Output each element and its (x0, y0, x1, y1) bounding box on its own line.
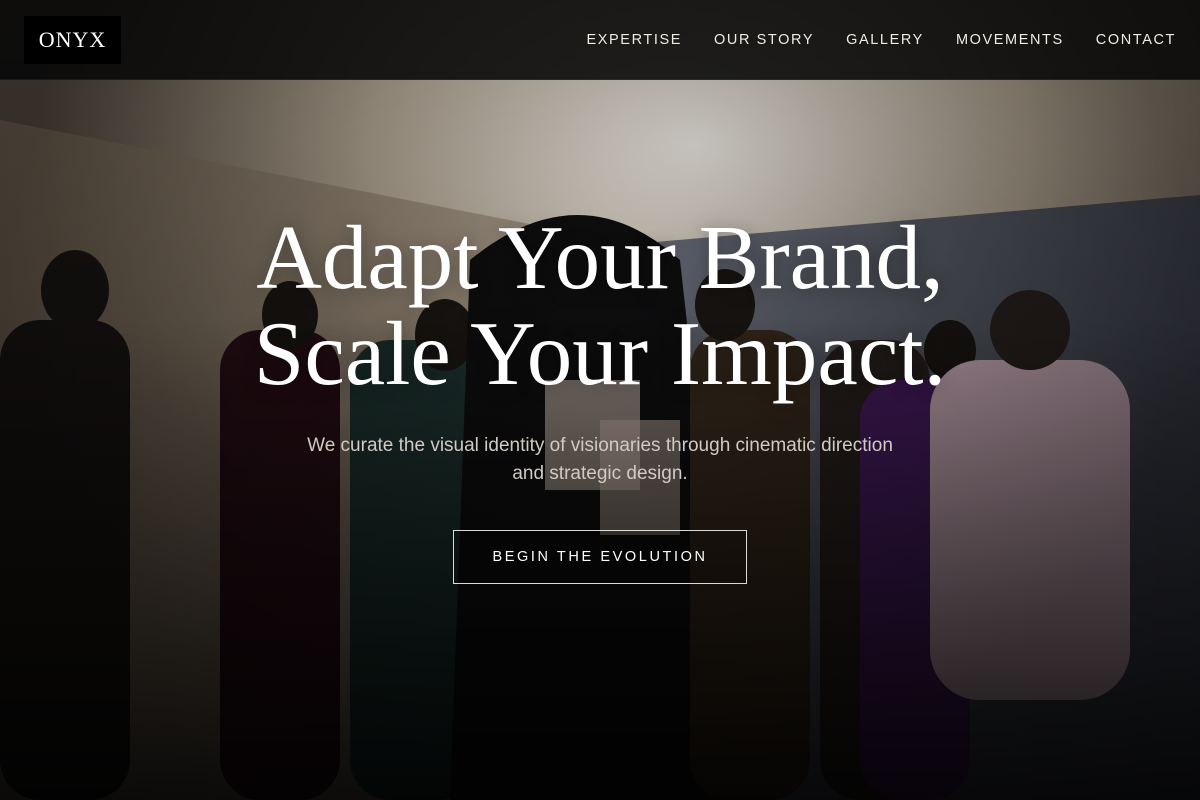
hero-subtitle-line-2: and strategic design. (512, 463, 688, 484)
nav-link-gallery[interactable]: GALLERY (846, 32, 924, 48)
hero-headline-line-1: Adapt Your Brand, (256, 207, 944, 308)
main-nav: EXPERTISE OUR STORY GALLERY MOVEMENTS CO… (586, 32, 1176, 48)
onyx-logo[interactable]: ONYX (24, 15, 121, 64)
site-header: ONYX EXPERTISE OUR STORY GALLERY MOVEMEN… (0, 0, 1200, 80)
hero-subtitle-line-1: We curate the visual identity of visiona… (307, 435, 893, 456)
hero-subtitle: We curate the visual identity of visiona… (260, 432, 940, 488)
begin-evolution-button[interactable]: BEGIN THE EVOLUTION (453, 530, 747, 584)
nav-link-expertise[interactable]: EXPERTISE (586, 32, 682, 48)
nav-link-movements[interactable]: MOVEMENTS (956, 32, 1064, 48)
hero-section: Adapt Your Brand, Scale Your Impact. We … (0, 0, 1200, 800)
hero-headline: Adapt Your Brand, Scale Your Impact. (0, 210, 1200, 402)
hero-content: Adapt Your Brand, Scale Your Impact. We … (0, 210, 1200, 584)
hero-headline-line-2: Scale Your Impact. (253, 303, 947, 404)
nav-link-our-story[interactable]: OUR STORY (714, 32, 814, 48)
nav-link-contact[interactable]: CONTACT (1096, 32, 1176, 48)
